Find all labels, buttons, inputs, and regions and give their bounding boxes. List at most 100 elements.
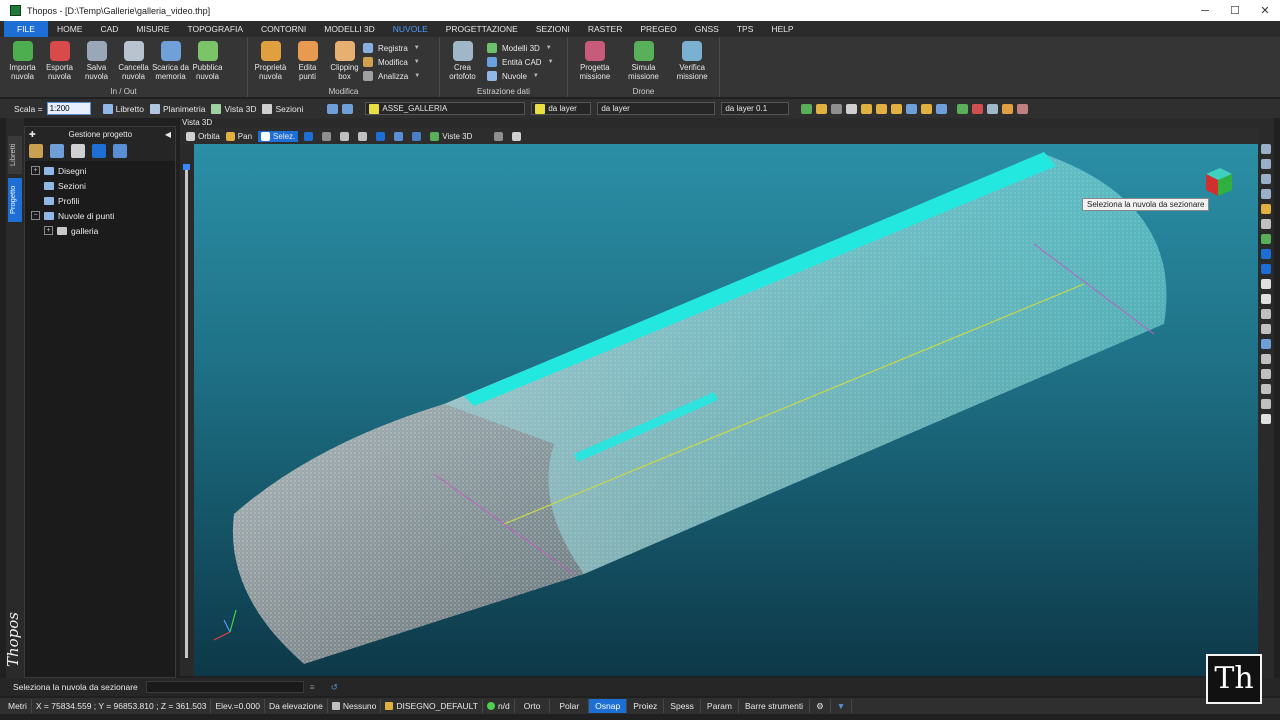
tree-tool-icon[interactable] — [29, 144, 43, 158]
layer-select[interactable]: ASSE_GALLERIA — [365, 102, 526, 115]
view-cube[interactable] — [1200, 166, 1234, 198]
grid-button[interactable] — [322, 131, 334, 141]
entita-cad-button[interactable]: Entità CAD ▼ — [487, 55, 560, 69]
salva-nuvola-button[interactable]: Salva nuvola — [78, 39, 115, 81]
tree-item-sezioni[interactable]: Sezioni — [25, 178, 175, 193]
tab-progettazione[interactable]: PROGETTAZIONE — [437, 21, 527, 37]
tab-progetto[interactable]: Progetto — [8, 178, 22, 222]
simula-missione-button[interactable]: Simula missione — [618, 39, 670, 81]
tree-item-nuvole-di-punti[interactable]: − Nuvole di punti — [25, 208, 175, 223]
edita-punti-button[interactable]: Edita punti — [289, 39, 326, 81]
measure-icon[interactable] — [1261, 324, 1271, 334]
vista3d-button[interactable]: Vista 3D — [211, 103, 256, 114]
importa-nuvola-button[interactable]: Importa nuvola — [4, 39, 41, 81]
slider-knob[interactable] — [183, 164, 190, 170]
viewport-slider[interactable] — [180, 144, 194, 676]
camera-button[interactable] — [494, 131, 506, 141]
tab-cad[interactable]: CAD — [91, 21, 127, 37]
tab-file[interactable]: FILE — [4, 21, 48, 37]
view-iso-icon[interactable] — [1261, 264, 1271, 274]
tab-libretti[interactable]: Libretti — [8, 136, 22, 174]
zoom-out-icon[interactable] — [1261, 159, 1271, 169]
orbita-button[interactable]: Orbita — [186, 131, 220, 141]
tab-gnss[interactable]: GNSS — [686, 21, 728, 37]
verifica-missione-button[interactable]: Verifica missione — [669, 39, 715, 81]
settings-icon[interactable]: ⚙ — [810, 699, 831, 713]
tool-icon-1[interactable] — [801, 103, 813, 114]
highlight-icon[interactable] — [92, 144, 106, 158]
libretto-button[interactable]: Libretto — [102, 103, 144, 114]
tool-icon-7[interactable] — [891, 103, 903, 114]
toggle-param[interactable]: Param — [701, 699, 739, 713]
view-front-icon[interactable] — [1261, 234, 1271, 244]
rotate-icon[interactable] — [1261, 369, 1271, 379]
view-side-icon[interactable] — [1261, 249, 1271, 259]
cross-button[interactable] — [512, 131, 524, 141]
tab-home[interactable]: HOME — [48, 21, 92, 37]
tab-raster[interactable]: RASTER — [579, 21, 631, 37]
render-button[interactable] — [376, 131, 388, 141]
expand-icon[interactable]: + — [31, 166, 40, 175]
tree-item-profili[interactable]: Profili — [25, 193, 175, 208]
color-select[interactable]: da layer — [531, 102, 592, 115]
shade-button[interactable] — [412, 131, 424, 141]
lineweight-select[interactable]: da layer 0.1 — [721, 102, 790, 115]
tool-icon-2[interactable] — [816, 103, 828, 114]
tool-icon-6[interactable] — [876, 103, 888, 114]
zoom-window-icon[interactable] — [1261, 174, 1271, 184]
da-elevazione-button[interactable]: Da elevazione — [265, 699, 328, 713]
scala-input[interactable]: 1:200 — [46, 102, 91, 115]
undo-icon[interactable] — [1261, 414, 1271, 424]
box-select-button[interactable] — [304, 131, 316, 141]
zoom-extents-icon[interactable] — [1261, 189, 1271, 199]
command-input[interactable] — [145, 681, 304, 693]
tab-misure[interactable]: MISURE — [127, 21, 178, 37]
tab-topografia[interactable]: TOPOGRAFIA — [178, 21, 252, 37]
tab-sezioni[interactable]: SEZIONI — [527, 21, 579, 37]
toggle-orto[interactable]: Orto — [515, 699, 551, 713]
layer-tools-icon[interactable] — [327, 103, 339, 114]
tree-item-galleria[interactable]: + galleria — [25, 223, 175, 238]
expand-icon[interactable]: + — [44, 226, 53, 235]
viewport-3d[interactable]: Seleziona la nuvola da sezionare — [194, 144, 1258, 676]
scarica-memoria-button[interactable]: Scarica da memoria — [152, 39, 189, 81]
cursor-icon[interactable] — [50, 144, 64, 158]
panel-collapse-icon[interactable]: ◀ — [165, 130, 171, 139]
analizza-button[interactable]: Analizza ▼ — [363, 69, 426, 83]
tab-help[interactable]: HELP — [762, 21, 802, 37]
minimize-icon[interactable]: ─ — [1190, 5, 1220, 17]
pan-button[interactable]: Pan — [225, 131, 252, 141]
layers-icon[interactable] — [1261, 354, 1271, 364]
selez-button[interactable]: Selez. — [258, 130, 299, 142]
light-button[interactable] — [394, 131, 406, 141]
modelli-3d-button[interactable]: Modelli 3D ▼ — [487, 41, 560, 55]
eye-button[interactable] — [340, 131, 352, 141]
tool-icon-11[interactable] — [957, 103, 969, 114]
tool-icon-5[interactable] — [861, 103, 873, 114]
filter-icon[interactable]: ▼ — [831, 699, 853, 713]
sphere-alt-icon[interactable] — [1261, 294, 1271, 304]
crea-ortofoto-button[interactable]: Crea ortofoto — [444, 39, 481, 81]
expand-icon[interactable]: − — [31, 211, 40, 220]
close-icon[interactable]: ✕ — [1250, 4, 1280, 17]
registra-button[interactable]: Registra ▼ — [363, 41, 426, 55]
tab-contorni[interactable]: CONTORNI — [252, 21, 315, 37]
clipping-box-button[interactable]: Clipping box — [326, 39, 363, 81]
modifica-button[interactable]: Modifica ▼ — [363, 55, 426, 69]
linetype-select[interactable]: da layer — [597, 102, 716, 115]
tool-icon-15[interactable] — [1017, 103, 1029, 114]
layer-state-icon[interactable] — [342, 103, 354, 114]
eye-hide-button[interactable] — [358, 131, 370, 141]
tree-item-disegni[interactable]: + Disegni — [25, 163, 175, 178]
toggle-proiez[interactable]: Proiez — [627, 699, 665, 713]
toggle-osnap[interactable]: Osnap — [589, 699, 628, 713]
nd-button[interactable]: n/d — [483, 699, 515, 713]
esporta-nuvola-button[interactable]: Esporta nuvola — [41, 39, 78, 81]
tool-icon-14[interactable] — [1002, 103, 1014, 114]
tab-tps[interactable]: TPS — [728, 21, 763, 37]
tool-icon-8[interactable] — [906, 103, 918, 114]
nuvole-button[interactable]: Nuvole ▼ — [487, 69, 560, 83]
tool-icon-4[interactable] — [846, 103, 858, 114]
tab-pregeo[interactable]: PREGEO — [631, 21, 685, 37]
sphere-icon[interactable] — [1261, 279, 1271, 289]
